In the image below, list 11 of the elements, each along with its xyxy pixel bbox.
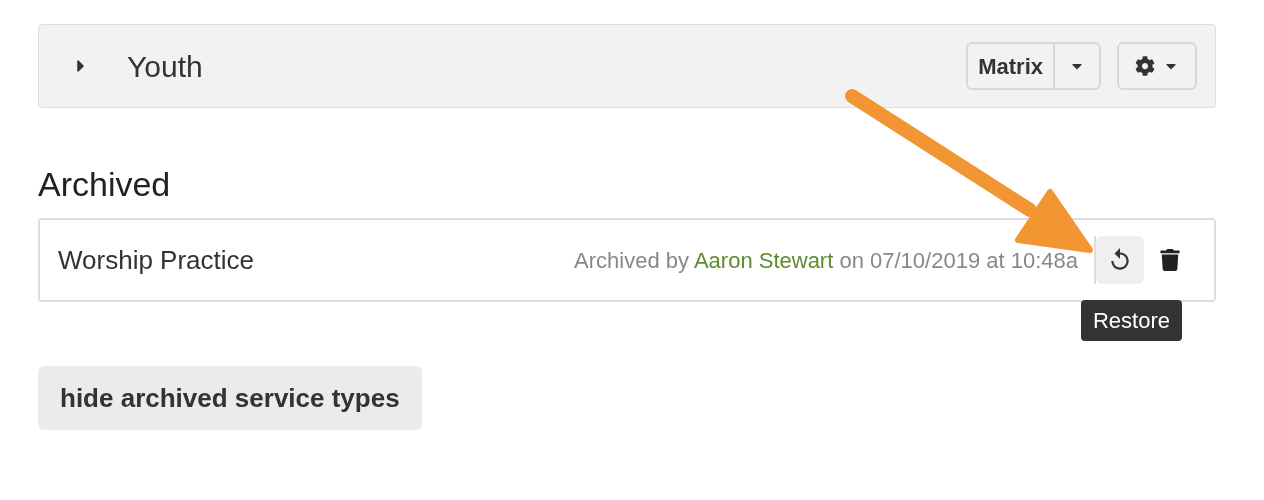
gear-icon — [1135, 56, 1155, 76]
archived-info: Archived by Aaron Stewart on 07/10/2019 at 10:48a — [574, 246, 1078, 275]
trash-icon — [1159, 249, 1181, 271]
user-link[interactable]: Aaron Stewart — [693, 247, 834, 273]
section-heading: Archived — [38, 164, 172, 205]
restore-button[interactable] — [1096, 236, 1144, 284]
tooltip: Restore — [1080, 300, 1182, 341]
settings-dropdown-button[interactable] — [1117, 42, 1197, 90]
hide-archived-button[interactable]: hide archived service types — [38, 366, 422, 430]
item-name: Worship Practice — [58, 243, 255, 277]
service-type-name: Youth — [127, 48, 203, 85]
